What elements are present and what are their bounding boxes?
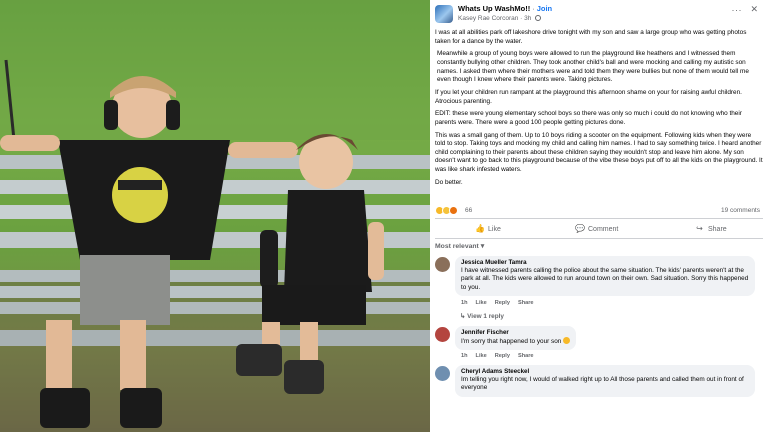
share-button[interactable]: ↪ Share	[695, 224, 727, 233]
photo-illustration	[0, 0, 430, 432]
reaction-summary[interactable]: 66 19 comments	[435, 205, 763, 217]
like-button[interactable]: 👍 Like	[475, 224, 501, 233]
share-label: Share	[708, 226, 727, 233]
post-paragraph: I was at all abilities park off lakeshor…	[435, 29, 747, 45]
reaction-count[interactable]: 66	[465, 207, 472, 214]
group-avatar[interactable]	[435, 5, 453, 23]
post-photo[interactable]	[0, 0, 430, 432]
separator: ·	[532, 4, 535, 13]
sort-label: Most relevant	[435, 243, 479, 250]
close-icon[interactable]: ✕	[750, 4, 758, 15]
avatar[interactable]	[435, 366, 450, 381]
comment-author[interactable]: Jessica Mueller Tamra	[461, 259, 749, 267]
post-paragraph: Do better.	[435, 178, 463, 186]
reaction-icons	[435, 206, 458, 215]
comment-author[interactable]: Cheryl Adams Steeckel	[461, 368, 749, 376]
avatar[interactable]	[435, 327, 450, 342]
comment-sort[interactable]: Most relevant ▾	[435, 242, 484, 250]
globe-icon	[535, 15, 542, 21]
group-name[interactable]: Whats Up WashMo!!	[458, 4, 530, 13]
comment-label: Comment	[588, 226, 619, 233]
comment-share[interactable]: Share	[518, 300, 534, 306]
comment-count[interactable]: 19 comments	[721, 207, 760, 214]
comment-meta: 1h Like Reply Share	[461, 300, 542, 306]
chevron-down-icon: ▾	[480, 243, 485, 250]
comment-icon: 💬	[575, 224, 585, 233]
post-actions: 👍 Like 💬 Comment ↪ Share	[435, 221, 763, 237]
join-link[interactable]: Join	[537, 4, 552, 13]
comment-text: I'm sorry that happened to your son	[461, 338, 562, 346]
author-line: Kasey Rae Corcoran · 3h	[458, 15, 542, 22]
comment-like[interactable]: Like	[476, 353, 487, 359]
comment-reply[interactable]: Reply	[495, 353, 510, 359]
thumbs-up-icon: 👍	[475, 224, 485, 233]
comment-button[interactable]: 💬 Comment	[575, 224, 618, 233]
comment-time[interactable]: 1h	[461, 300, 468, 306]
comment-author[interactable]: Jennifer Fischer	[461, 329, 570, 337]
comment-time[interactable]: 1h	[461, 353, 468, 359]
post-time[interactable]: 3h	[524, 15, 531, 22]
view-reply-label: View 1 reply	[467, 313, 504, 320]
post-panel: Whats Up WashMo!! · Join Kasey Rae Corcora…	[430, 0, 768, 432]
post-paragraph: EDIT: these were young elementary school…	[435, 110, 742, 126]
post-paragraph: If you let your children run rampant at …	[435, 88, 742, 105]
angry-reaction-icon	[449, 206, 458, 215]
post-paragraph: This was a small gang of them. Up to 10 …	[435, 131, 763, 174]
comment-bubble: Jennifer Fischer I'm sorry that happened…	[455, 326, 577, 351]
avatar[interactable]	[435, 257, 450, 272]
reply-arrow-icon: ↳	[460, 313, 466, 320]
post-body: I was at all abilities park off lakeshor…	[435, 29, 763, 192]
comment-text: I have witnessed parents calling the pol…	[461, 267, 749, 291]
share-icon: ↪	[696, 224, 703, 233]
comment-text: Im telling you right now, I would of wal…	[461, 376, 744, 392]
separator: ·	[520, 15, 523, 22]
comment-bubble: Jessica Mueller Tamra I have witnessed p…	[455, 256, 755, 296]
author-name[interactable]: Kasey Rae Corcoran	[458, 15, 518, 22]
crying-face-emoji	[563, 337, 571, 345]
comment-reply[interactable]: Reply	[495, 300, 510, 306]
divider	[435, 238, 763, 239]
post-header: Whats Up WashMo!! · Join Kasey Rae Corcora…	[430, 0, 768, 28]
post-paragraph: Meanwhile a group of young boys were all…	[437, 50, 749, 84]
divider	[435, 218, 763, 219]
comment-meta: 1h Like Reply Share	[461, 353, 542, 359]
group-line: Whats Up WashMo!! · Join	[458, 4, 552, 13]
comment-bubble: Cheryl Adams Steeckel Im telling you rig…	[455, 365, 755, 397]
like-label: Like	[488, 226, 501, 233]
view-replies-link[interactable]: ↳ View 1 reply	[460, 312, 504, 320]
more-dots-icon[interactable]: ···	[732, 5, 743, 15]
comment-share[interactable]: Share	[518, 353, 534, 359]
comment-like[interactable]: Like	[476, 300, 487, 306]
